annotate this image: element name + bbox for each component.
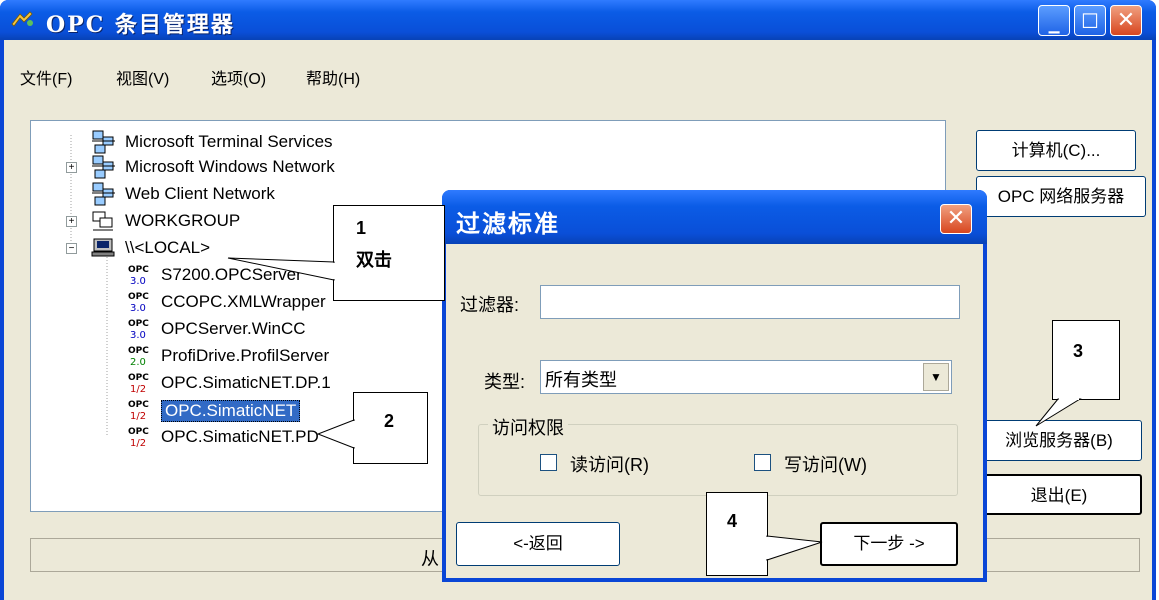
callout-pointers [227,257,1082,561]
callout-3-pointer [1035,398,1082,427]
callout-1-pointer [227,257,335,281]
callout-2-pointer [316,419,355,449]
callout-4-pointer [766,535,823,561]
app: OPC 条目管理器 ▁ ☐ ✕ 文件(F) 视图(V) 选项(O) 帮助(H) … [0,0,1159,600]
